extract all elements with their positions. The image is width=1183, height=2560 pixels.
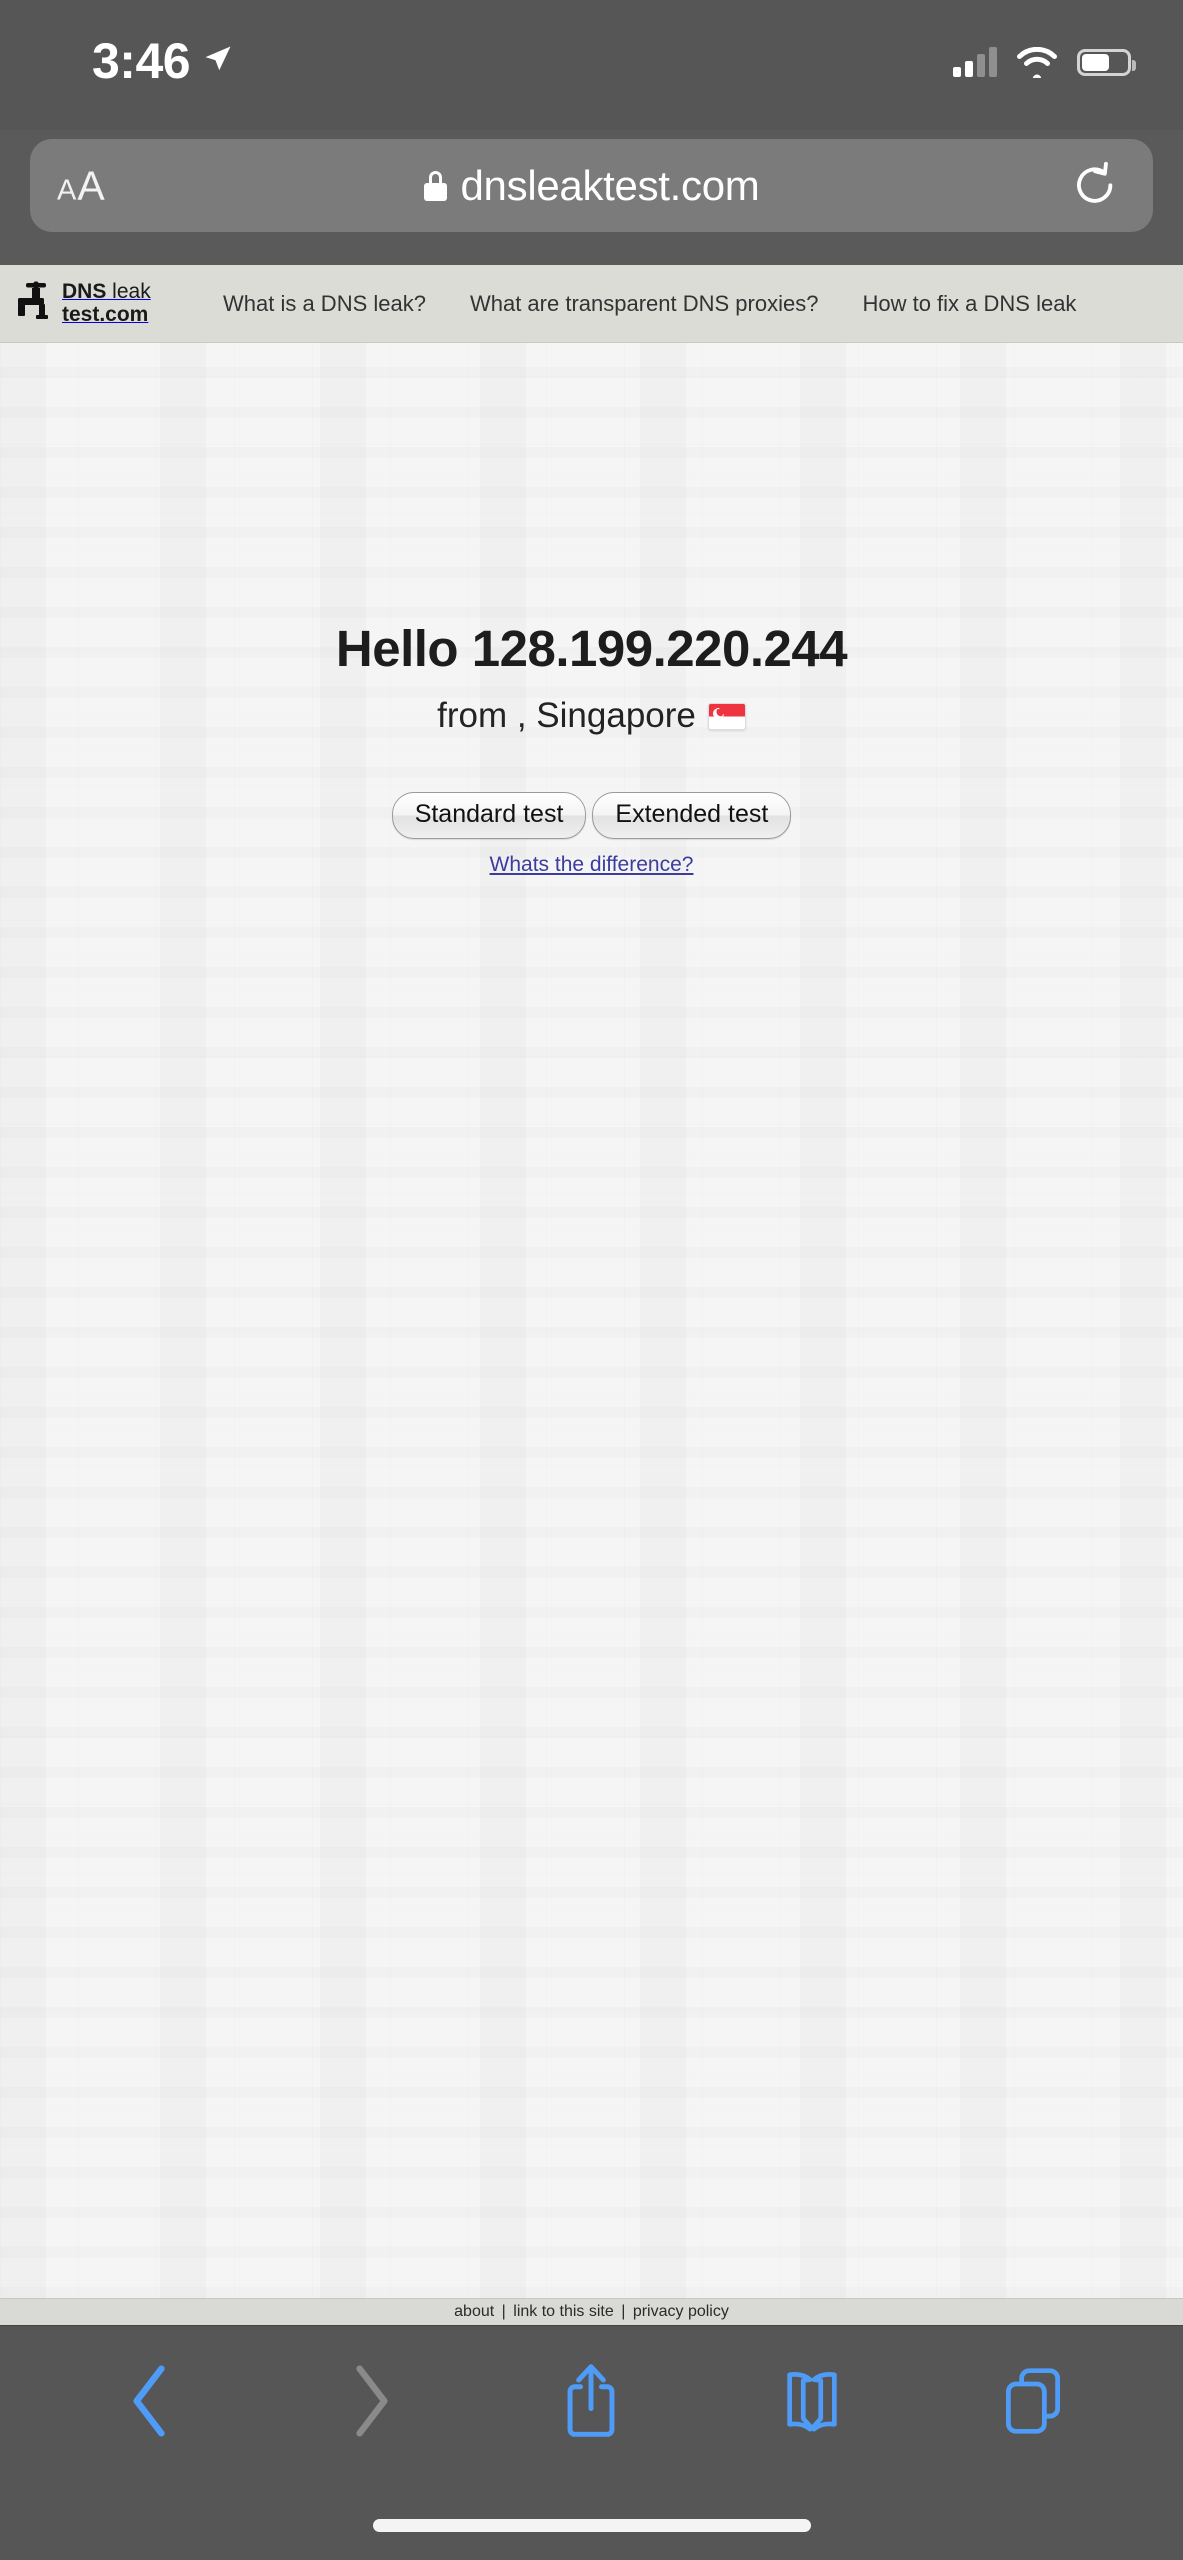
ios-status-bar: 3:46: [0, 0, 1183, 130]
logo-line1-rest: leak: [106, 280, 151, 304]
text-size-icon[interactable]: A A: [57, 162, 105, 209]
url-display[interactable]: dnsleaktest.com: [30, 162, 1153, 210]
nav-links: What is a DNS leak? What are transparent…: [201, 291, 1098, 317]
site-footer: about | link to this site | privacy poli…: [0, 2298, 1183, 2325]
location-text: from , Singapore: [437, 696, 696, 735]
chevron-left-icon: [133, 2365, 165, 2437]
book-icon: [787, 2372, 837, 2432]
tabs-button[interactable]: [978, 2346, 1088, 2456]
footer-link-link-to-this-site[interactable]: link to this site: [513, 2303, 613, 2320]
home-indicator[interactable]: [372, 2519, 811, 2532]
aa-large: A: [77, 162, 105, 208]
main-content: Hello 128.199.220.244 from , Singapore S…: [0, 343, 1183, 877]
wifi-icon: [1017, 46, 1057, 78]
singapore-flag-icon: [707, 702, 746, 730]
logo-wordmark: DNS leak test.com: [62, 281, 151, 326]
forward-button[interactable]: [316, 2346, 426, 2456]
lock-icon: [423, 170, 447, 201]
whats-the-difference-link[interactable]: Whats the difference?: [490, 853, 694, 877]
extended-test-button[interactable]: Extended test: [592, 792, 792, 839]
page-title: Hello 128.199.220.244: [335, 620, 848, 677]
standard-test-button[interactable]: Standard test: [391, 792, 587, 839]
phone-screen: 3:46 A A dnsleaktest.com DNS leak test.c…: [0, 0, 1183, 2560]
location-arrow-icon: [205, 46, 231, 71]
share-icon: [568, 2364, 615, 2437]
tabs-icon: [1005, 2368, 1060, 2434]
safari-url-bar[interactable]: A A dnsleaktest.com: [30, 139, 1153, 232]
share-button[interactable]: [536, 2346, 646, 2456]
url-text: dnsleaktest.com: [460, 161, 760, 209]
status-indicators: [953, 40, 1136, 84]
footer-link-privacy-policy[interactable]: privacy policy: [633, 2303, 729, 2320]
aa-small: A: [57, 174, 77, 206]
reload-icon[interactable]: [1073, 161, 1119, 211]
site-navigation-bar: DNS leak test.com What is a DNS leak? Wh…: [0, 265, 1183, 343]
footer-links: about | link to this site | privacy poli…: [454, 2303, 729, 2321]
nav-item-what-is-dns-leak[interactable]: What is a DNS leak?: [201, 291, 448, 317]
logo-line2: test.com: [62, 302, 149, 326]
test-buttons: Standard test Extended test: [0, 792, 1183, 839]
footer-separator-2: |: [621, 2303, 626, 2320]
bookmarks-button[interactable]: [757, 2346, 867, 2456]
page-content: Hello 128.199.220.244 from , Singapore S…: [0, 343, 1183, 2298]
status-time: 3:46: [92, 33, 191, 89]
faucet-tap-icon: [18, 281, 48, 319]
logo-line1-bold: DNS: [62, 280, 107, 304]
footer-link-about[interactable]: about: [454, 2303, 494, 2320]
site-logo[interactable]: DNS leak test.com: [16, 281, 201, 327]
battery-icon: [1077, 48, 1136, 76]
location-line: from , Singapore: [0, 696, 1183, 736]
chevron-right-icon: [356, 2365, 388, 2437]
back-button[interactable]: [95, 2346, 205, 2456]
footer-separator-1: |: [501, 2303, 506, 2320]
safari-bottom-toolbar: [0, 2325, 1183, 2560]
nav-item-transparent-dns-proxies[interactable]: What are transparent DNS proxies?: [448, 291, 841, 317]
nav-item-how-to-fix[interactable]: How to fix a DNS leak: [840, 291, 1098, 317]
cellular-signal-icon: [953, 47, 997, 77]
